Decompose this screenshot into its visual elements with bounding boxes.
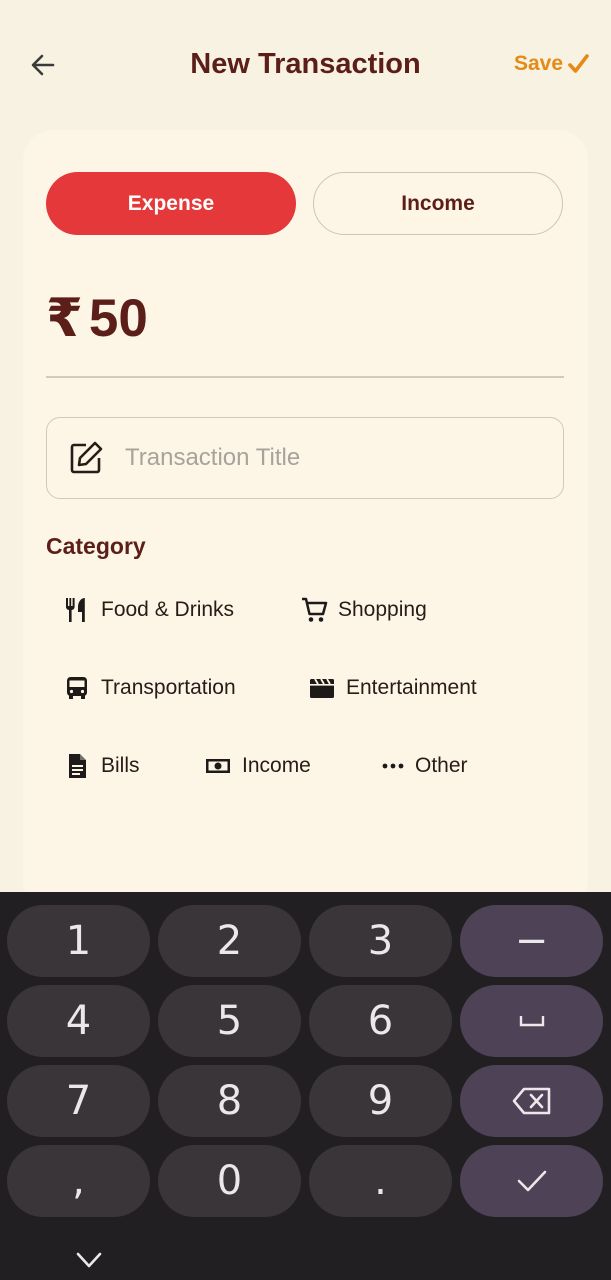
income-toggle-button[interactable]: Income: [313, 172, 563, 235]
key-4[interactable]: 4: [7, 985, 150, 1057]
check-icon: [517, 1170, 546, 1192]
save-button[interactable]: Save: [514, 52, 589, 76]
category-label: Bills: [101, 754, 140, 777]
category-label: Shopping: [338, 598, 427, 621]
expense-toggle-button[interactable]: Expense: [46, 172, 296, 235]
category-entertainment[interactable]: Entertainment: [308, 668, 477, 708]
check-icon: [568, 54, 589, 73]
category-shopping[interactable]: Shopping: [300, 590, 427, 630]
category-food-drinks[interactable]: Food & Drinks: [63, 590, 234, 630]
key-1[interactable]: 1: [7, 905, 150, 977]
key-comma[interactable]: ,: [7, 1145, 150, 1217]
bus-icon: [67, 677, 87, 699]
category-other[interactable]: Other: [381, 746, 468, 786]
save-label: Save: [513, 52, 563, 75]
category-label: Other: [415, 754, 468, 777]
key-0[interactable]: 0: [158, 1145, 301, 1217]
key-2[interactable]: 2: [158, 905, 301, 977]
backspace-icon: [512, 1087, 550, 1115]
cash-icon: [206, 759, 230, 773]
key-8[interactable]: 8: [158, 1065, 301, 1137]
key-backspace[interactable]: [460, 1065, 603, 1137]
document-icon: [69, 754, 86, 778]
edit-icon: [70, 441, 103, 474]
key-6[interactable]: 6: [309, 985, 452, 1057]
key-5[interactable]: 5: [158, 985, 301, 1057]
cart-icon: [302, 597, 328, 622]
transaction-title-field[interactable]: [46, 417, 564, 499]
category-label: Transportation: [101, 676, 236, 699]
amount-value: 50: [88, 289, 148, 348]
utensils-icon: [66, 598, 85, 622]
category-income[interactable]: Income: [204, 746, 311, 786]
key-7[interactable]: 7: [7, 1065, 150, 1137]
transaction-title-input[interactable]: [125, 444, 525, 472]
key-9[interactable]: 9: [309, 1065, 452, 1137]
space-icon: [519, 1016, 544, 1027]
amount-display[interactable]: ₹ 50: [46, 288, 148, 349]
numeric-keyboard: 1 2 3 − 4 5 6 7 8 9 , 0 .: [0, 892, 611, 1280]
key-period[interactable]: .: [309, 1145, 452, 1217]
category-bills[interactable]: Bills: [63, 746, 140, 786]
key-space[interactable]: [460, 985, 603, 1057]
key-3[interactable]: 3: [309, 905, 452, 977]
category-label: Entertainment: [346, 676, 477, 699]
clapperboard-icon: [310, 678, 334, 698]
category-heading: Category: [46, 533, 146, 559]
chevron-down-icon[interactable]: [74, 1248, 104, 1272]
category-transportation[interactable]: Transportation: [63, 668, 236, 708]
transaction-form-card: Expense Income ₹ 50 Category Food & Drin…: [23, 130, 588, 910]
amount-divider: [46, 376, 564, 378]
app-header: New Transaction Save: [0, 0, 611, 130]
category-label: Income: [242, 754, 311, 777]
more-dots-icon: [382, 763, 404, 769]
category-label: Food & Drinks: [101, 598, 235, 621]
key-done[interactable]: [460, 1145, 603, 1217]
currency-symbol: ₹: [46, 289, 83, 348]
key-minus[interactable]: −: [460, 905, 603, 977]
